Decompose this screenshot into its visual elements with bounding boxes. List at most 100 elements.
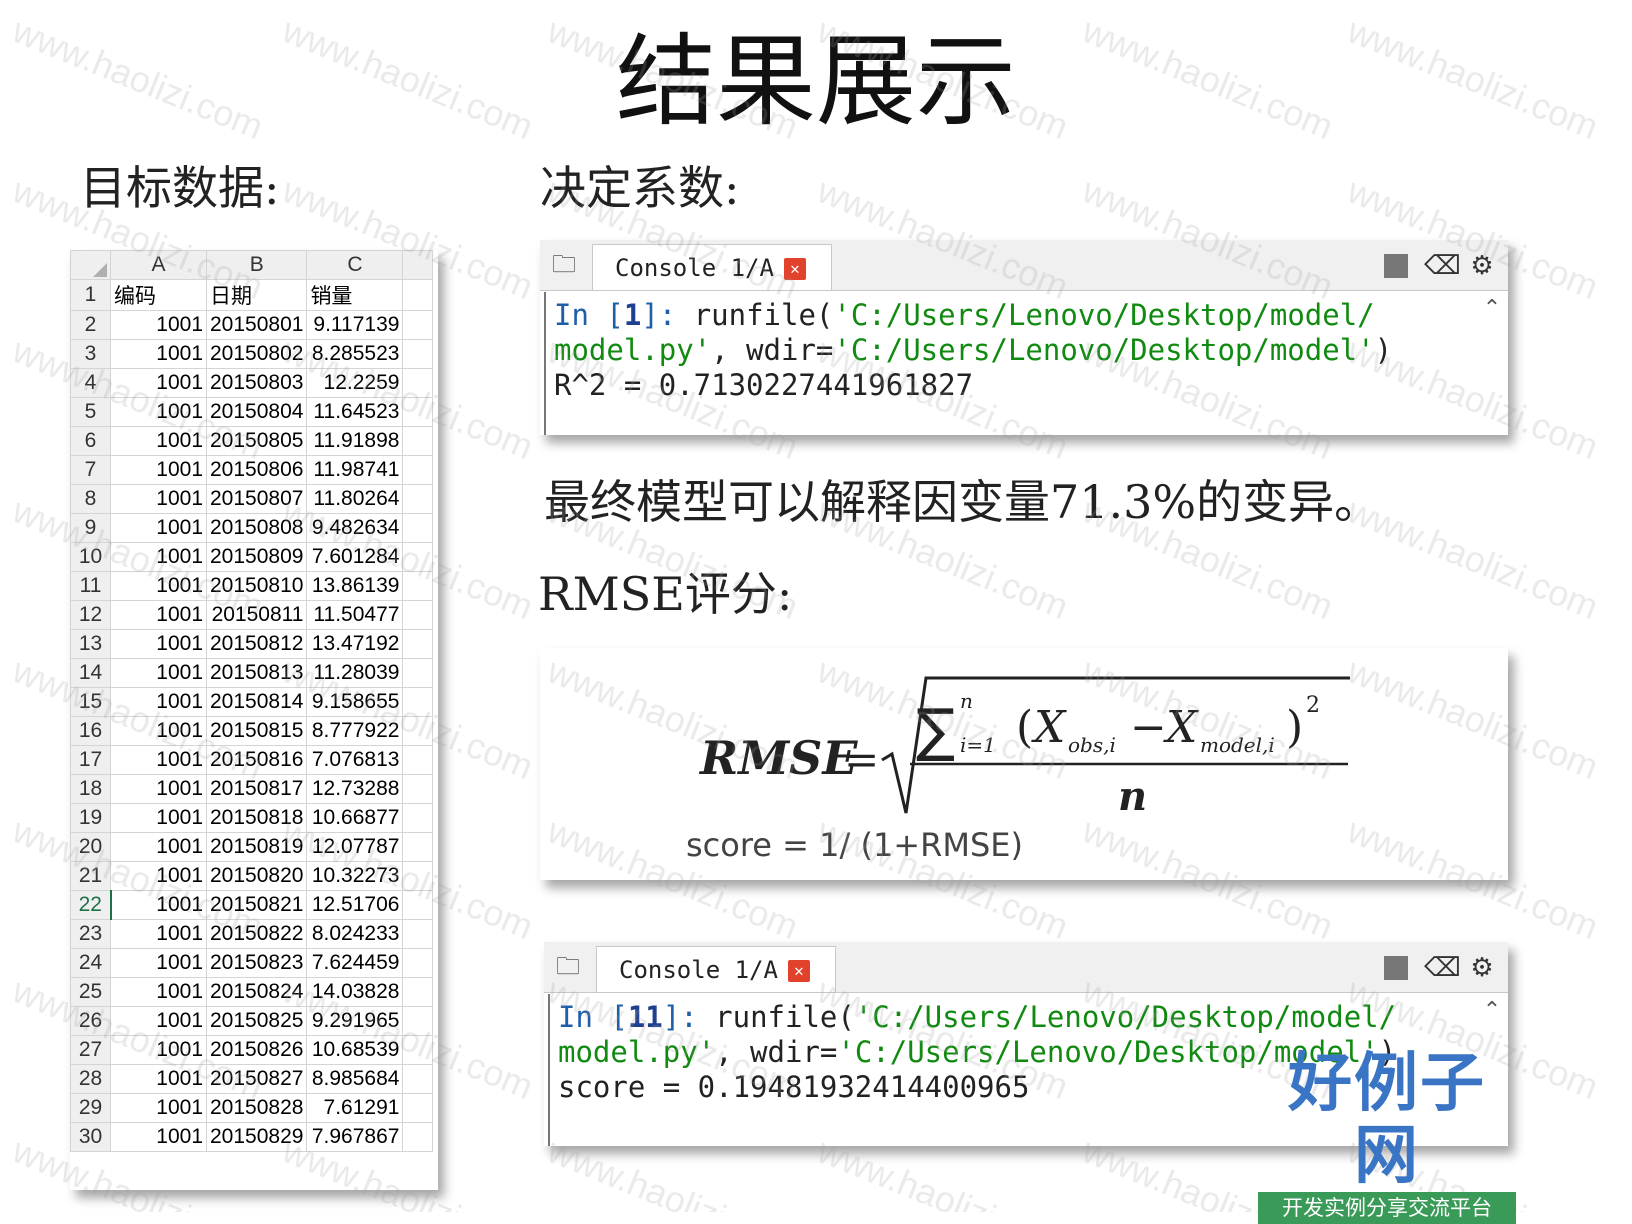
eraser-icon[interactable]: ⌫ xyxy=(1424,954,1461,982)
table-cell[interactable]: 20150810 xyxy=(205,571,308,601)
empty-cell[interactable] xyxy=(402,1006,434,1036)
table-cell[interactable]: 8.024233 xyxy=(306,919,404,949)
row-number[interactable]: 6 xyxy=(70,426,111,456)
header-cell[interactable]: 编码 xyxy=(110,279,207,311)
table-cell[interactable]: 1001 xyxy=(110,629,207,659)
row-number[interactable]: 22 xyxy=(70,890,112,920)
table-cell[interactable]: 20150813 xyxy=(205,658,308,688)
row-number[interactable]: 8 xyxy=(70,484,111,514)
row-number[interactable]: 3 xyxy=(70,339,111,369)
table-cell[interactable]: 7.624459 xyxy=(306,948,404,978)
table-cell[interactable]: 7.61291 xyxy=(306,1093,404,1123)
table-cell[interactable]: 11.98741 xyxy=(306,455,404,485)
row-number[interactable]: 7 xyxy=(70,455,111,485)
table-cell[interactable]: 1001 xyxy=(110,745,207,775)
table-cell[interactable]: 9.291965 xyxy=(306,1006,404,1036)
empty-cell[interactable] xyxy=(402,774,434,804)
table-cell[interactable]: 20150828 xyxy=(205,1093,308,1123)
gear-icon[interactable]: ⚙ xyxy=(1468,252,1496,280)
row-number[interactable]: 15 xyxy=(70,687,111,717)
table-cell[interactable]: 20150807 xyxy=(205,484,308,514)
row-number[interactable]: 29 xyxy=(70,1093,111,1123)
row-number[interactable]: 9 xyxy=(70,513,111,543)
eraser-icon[interactable]: ⌫ xyxy=(1424,252,1461,280)
table-cell[interactable]: 1001 xyxy=(110,1093,207,1123)
table-cell[interactable]: 7.076813 xyxy=(306,745,404,775)
row-number[interactable]: 10 xyxy=(70,542,111,572)
table-cell[interactable]: 13.47192 xyxy=(306,629,404,659)
table-cell[interactable]: 20150809 xyxy=(205,542,308,572)
empty-cell[interactable] xyxy=(402,426,434,456)
header-cell[interactable]: 销量 xyxy=(306,279,404,311)
empty-cell[interactable] xyxy=(402,1064,434,1094)
table-cell[interactable]: 13.86139 xyxy=(306,571,404,601)
row-number[interactable]: 18 xyxy=(70,774,111,804)
folder-icon[interactable]: 🗀 xyxy=(552,252,580,276)
scroll-up-icon[interactable]: ⌃ xyxy=(1482,998,1502,1023)
empty-cell[interactable] xyxy=(402,571,434,601)
close-tab-icon[interactable]: ✕ xyxy=(787,960,810,982)
table-cell[interactable]: 11.80264 xyxy=(306,484,404,514)
row-number[interactable]: 16 xyxy=(70,716,111,746)
row-number[interactable]: 1 xyxy=(70,279,111,311)
empty-cell[interactable] xyxy=(402,716,434,746)
empty-cell[interactable] xyxy=(402,919,434,949)
row-number[interactable]: 26 xyxy=(70,1006,111,1036)
table-cell[interactable]: 1001 xyxy=(110,484,207,514)
scroll-up-icon[interactable]: ⌃ xyxy=(1482,296,1502,321)
table-cell[interactable]: 12.07787 xyxy=(306,832,404,862)
table-cell[interactable]: 20150827 xyxy=(205,1064,308,1094)
table-cell[interactable]: 20150815 xyxy=(205,716,308,746)
table-cell[interactable]: 20150826 xyxy=(205,1035,308,1065)
row-number[interactable]: 24 xyxy=(70,948,111,978)
table-cell[interactable]: 1001 xyxy=(110,571,207,601)
table-cell[interactable]: 1001 xyxy=(110,687,207,717)
table-cell[interactable]: 12.2259 xyxy=(306,368,404,398)
table-cell[interactable]: 20150802 xyxy=(205,339,308,369)
table-cell[interactable]: 20150808 xyxy=(205,513,308,543)
empty-cell[interactable] xyxy=(402,279,434,311)
table-cell[interactable]: 1001 xyxy=(110,397,207,427)
table-cell[interactable]: 20150817 xyxy=(205,774,308,804)
table-cell[interactable]: 10.68539 xyxy=(306,1035,404,1065)
table-cell[interactable]: 8.777922 xyxy=(306,716,404,746)
row-number[interactable]: 5 xyxy=(70,397,111,427)
table-cell[interactable]: 1001 xyxy=(110,948,207,978)
column-header-empty[interactable] xyxy=(402,250,434,280)
row-number[interactable]: 20 xyxy=(70,832,111,862)
table-cell[interactable]: 9.482634 xyxy=(306,513,404,543)
table-cell[interactable]: 1001 xyxy=(110,803,207,833)
table-cell[interactable]: 1001 xyxy=(110,861,207,891)
table-cell[interactable]: 9.117139 xyxy=(306,310,404,340)
table-cell[interactable]: 7.601284 xyxy=(306,542,404,572)
table-cell[interactable]: 8.285523 xyxy=(306,339,404,369)
row-number[interactable]: 21 xyxy=(70,861,111,891)
empty-cell[interactable] xyxy=(402,368,434,398)
row-number[interactable]: 28 xyxy=(70,1064,111,1094)
row-number[interactable]: 4 xyxy=(70,368,111,398)
gear-icon[interactable]: ⚙ xyxy=(1468,954,1496,982)
stop-icon[interactable] xyxy=(1384,254,1408,278)
empty-cell[interactable] xyxy=(402,310,434,340)
row-number[interactable]: 13 xyxy=(70,629,111,659)
table-cell[interactable]: 20150814 xyxy=(205,687,308,717)
table-cell[interactable]: 1001 xyxy=(110,1006,207,1036)
table-cell[interactable]: 20150829 xyxy=(205,1122,308,1152)
console-output[interactable]: In [1]: runfile('C:/Users/Lenovo/Desktop… xyxy=(544,292,1478,435)
table-cell[interactable]: 1001 xyxy=(110,977,207,1007)
empty-cell[interactable] xyxy=(402,832,434,862)
table-cell[interactable]: 20150806 xyxy=(205,455,308,485)
table-cell[interactable]: 1001 xyxy=(110,716,207,746)
table-cell[interactable]: 20150818 xyxy=(205,803,308,833)
table-cell[interactable]: 1001 xyxy=(110,832,207,862)
table-cell[interactable]: 1001 xyxy=(110,600,207,630)
row-number[interactable]: 25 xyxy=(70,977,111,1007)
empty-cell[interactable] xyxy=(402,1122,434,1152)
close-tab-icon[interactable]: ✕ xyxy=(783,258,806,280)
header-cell[interactable]: 日期 xyxy=(205,279,308,311)
empty-cell[interactable] xyxy=(402,600,434,630)
table-cell[interactable]: 7.967867 xyxy=(306,1122,404,1152)
table-cell[interactable]: 20150822 xyxy=(205,919,308,949)
table-cell[interactable]: 1001 xyxy=(110,513,207,543)
table-cell[interactable]: 8.985684 xyxy=(306,1064,404,1094)
